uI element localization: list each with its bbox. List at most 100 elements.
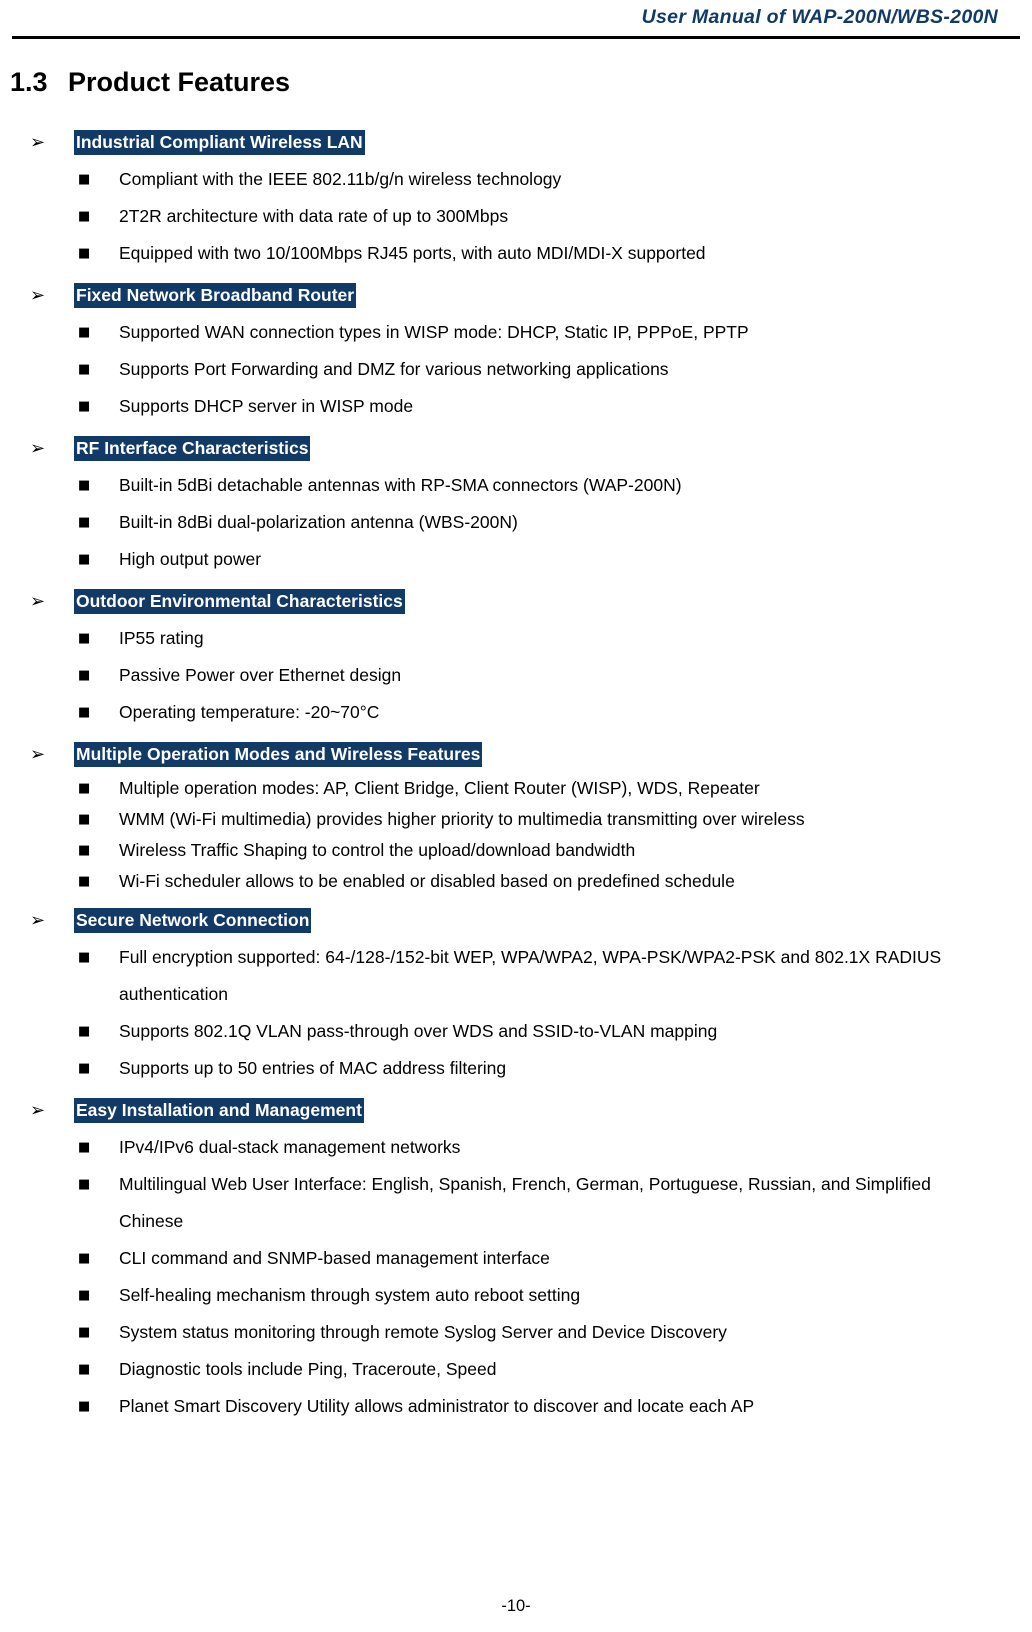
feature-group-title: Industrial Compliant Wireless LAN xyxy=(74,130,365,155)
feature-bullet-item: ■ Operating temperature: -20~70°C xyxy=(0,694,1032,731)
feature-bullet-list: ■ IP55 rating ■ Passive Power over Ethernet… xyxy=(0,620,1032,731)
feature-bullet-item: ■ Full encryption supported: 64-/128-/152… xyxy=(0,939,1032,1013)
square-bullet-icon: ■ xyxy=(78,1024,91,1039)
feature-bullet-text: IPv4/IPv6 dual-stack management networks xyxy=(119,1137,461,1157)
square-bullet-icon: ■ xyxy=(78,705,91,720)
running-header-title: User Manual of WAP-200N/WBS-200N xyxy=(641,6,998,28)
feature-bullet-item: ■ Built-in 5dBi detachable antennas with … xyxy=(0,467,1032,504)
square-bullet-icon: ■ xyxy=(78,325,91,340)
feature-group-title: Fixed Network Broadband Router xyxy=(74,283,357,308)
feature-group: ➢ Outdoor Environmental Characteristics ■ I… xyxy=(0,589,1032,731)
feature-bullet-text: Full encryption supported: 64-/128-/152-… xyxy=(119,947,942,1004)
feature-bullet-text: Self-healing mechanism through system au… xyxy=(119,1285,581,1305)
feature-bullet-item: ■ Supports 802.1Q VLAN pass-through over … xyxy=(0,1013,1032,1050)
feature-group-title: Multiple Operation Modes and Wireless Fe… xyxy=(74,742,483,767)
running-header: User Manual of WAP-200N/WBS-200N xyxy=(0,0,1032,30)
feature-group-header: ➢ Easy Installation and Management xyxy=(0,1098,1032,1124)
square-bullet-icon: ■ xyxy=(78,362,91,377)
feature-group-header: ➢ Industrial Compliant Wireless LAN xyxy=(0,130,1032,156)
square-bullet-icon: ■ xyxy=(78,631,91,646)
feature-bullet-item: ■ System status monitoring through remote… xyxy=(0,1314,1032,1351)
square-bullet-icon: ■ xyxy=(78,172,91,187)
feature-group: ➢ Industrial Compliant Wireless LAN ■ Compl… xyxy=(0,130,1032,272)
feature-group: ➢ Easy Installation and Management ■ IPv4/I… xyxy=(0,1098,1032,1425)
square-bullet-icon: ■ xyxy=(78,1177,91,1192)
square-bullet-icon: ■ xyxy=(78,950,91,965)
feature-bullet-item: ■ WMM (Wi-Fi multimedia) provides higher … xyxy=(0,804,1032,835)
feature-group-header: ➢ Fixed Network Broadband Router xyxy=(0,283,1032,309)
feature-bullet-item: ■ CLI command and SNMP-based management i… xyxy=(0,1240,1032,1277)
feature-bullet-item: ■ Planet Smart Discovery Utility allows a… xyxy=(0,1388,1032,1425)
square-bullet-icon: ■ xyxy=(78,1325,91,1340)
feature-bullet-text: Wireless Traffic Shaping to control the … xyxy=(119,840,636,860)
feature-bullet-text: 2T2R architecture with data rate of up t… xyxy=(119,206,509,226)
square-bullet-icon: ■ xyxy=(78,1061,91,1076)
feature-bullet-item: ■ Multilingual Web User Interface: Englis… xyxy=(0,1166,1032,1240)
page-title: 1.3 Product Features xyxy=(10,66,290,98)
feature-bullet-item: ■ Equipped with two 10/100Mbps RJ45 ports… xyxy=(0,235,1032,272)
section-number: 1.3 xyxy=(10,67,48,97)
feature-bullet-item: ■ Diagnostic tools include Ping, Tracerou… xyxy=(0,1351,1032,1388)
arrow-bullet-icon: ➢ xyxy=(30,744,46,765)
feature-bullet-text: Passive Power over Ethernet design xyxy=(119,665,402,685)
feature-bullet-item: ■ IPv4/IPv6 dual-stack management network… xyxy=(0,1129,1032,1166)
feature-group: ➢ Secure Network Connection ■ Full encrypti… xyxy=(0,908,1032,1087)
square-bullet-icon: ■ xyxy=(78,843,91,858)
feature-bullet-item: ■ Built-in 8dBi dual-polarization antenna… xyxy=(0,504,1032,541)
feature-bullet-list: ■ Multiple operation modes: AP, Client Br… xyxy=(0,773,1032,897)
feature-group: ➢ Fixed Network Broadband Router ■ Supporte… xyxy=(0,283,1032,425)
arrow-bullet-icon: ➢ xyxy=(30,591,46,612)
feature-group-header: ➢ Secure Network Connection xyxy=(0,908,1032,934)
square-bullet-icon: ■ xyxy=(78,812,91,827)
feature-bullet-text: Supports DHCP server in WISP mode xyxy=(119,396,414,416)
feature-bullet-item: ■ IP55 rating xyxy=(0,620,1032,657)
feature-bullet-text: Equipped with two 10/100Mbps RJ45 ports,… xyxy=(119,243,706,263)
feature-bullet-item: ■ Passive Power over Ethernet design xyxy=(0,657,1032,694)
square-bullet-icon: ■ xyxy=(78,478,91,493)
square-bullet-icon: ■ xyxy=(78,874,91,889)
square-bullet-icon: ■ xyxy=(78,1140,91,1155)
arrow-bullet-icon: ➢ xyxy=(30,438,46,459)
feature-bullet-text: Diagnostic tools include Ping, Tracerout… xyxy=(119,1359,497,1379)
square-bullet-icon: ■ xyxy=(78,515,91,530)
feature-bullet-text: Operating temperature: -20~70°C xyxy=(119,702,380,722)
square-bullet-icon: ■ xyxy=(78,781,91,796)
feature-bullet-text: IP55 rating xyxy=(119,628,204,648)
square-bullet-icon: ■ xyxy=(78,1399,91,1414)
document-page: User Manual of WAP-200N/WBS-200N 1.3 Prod… xyxy=(0,0,1032,1632)
feature-bullet-text: Supports 802.1Q VLAN pass-through over W… xyxy=(119,1021,718,1041)
feature-bullet-item: ■ Supported WAN connection types in WISP … xyxy=(0,314,1032,351)
feature-group-header: ➢ Multiple Operation Modes and Wireless F… xyxy=(0,742,1032,768)
feature-bullet-text: Built-in 8dBi dual-polarization antenna … xyxy=(119,512,518,532)
feature-bullet-text: Planet Smart Discovery Utility allows ad… xyxy=(119,1396,755,1416)
feature-group-title: Secure Network Connection xyxy=(74,908,312,933)
square-bullet-icon: ■ xyxy=(78,209,91,224)
feature-bullet-item: ■ Supports Port Forwarding and DMZ for va… xyxy=(0,351,1032,388)
feature-bullet-item: ■ Compliant with the IEEE 802.11b/g/n wir… xyxy=(0,161,1032,198)
feature-group: ➢ Multiple Operation Modes and Wireless F… xyxy=(0,742,1032,897)
feature-bullet-list: ■ Compliant with the IEEE 802.11b/g/n wir… xyxy=(0,161,1032,272)
section-heading-text: Product Features xyxy=(68,67,291,97)
feature-bullet-text: System status monitoring through remote … xyxy=(119,1322,727,1342)
feature-bullet-text: WMM (Wi-Fi multimedia) provides higher p… xyxy=(119,809,805,829)
square-bullet-icon: ■ xyxy=(78,1288,91,1303)
feature-group-title: Easy Installation and Management xyxy=(74,1098,364,1123)
arrow-bullet-icon: ➢ xyxy=(30,132,46,153)
page-number-footer: -10- xyxy=(501,1597,531,1615)
feature-bullet-text: Supports Port Forwarding and DMZ for var… xyxy=(119,359,669,379)
feature-bullet-text: Wi-Fi scheduler allows to be enabled or … xyxy=(119,871,735,891)
arrow-bullet-icon: ➢ xyxy=(30,910,46,931)
feature-bullet-list: ■ Built-in 5dBi detachable antennas with … xyxy=(0,467,1032,578)
feature-list: ➢ Industrial Compliant Wireless LAN ■ Compl… xyxy=(0,130,1032,1436)
feature-bullet-list: ■ Full encryption supported: 64-/128-/152… xyxy=(0,939,1032,1087)
feature-bullet-list: ■ Supported WAN connection types in WISP … xyxy=(0,314,1032,425)
feature-bullet-text: Compliant with the IEEE 802.11b/g/n wire… xyxy=(119,169,562,189)
feature-bullet-text: CLI command and SNMP-based management in… xyxy=(119,1248,550,1268)
feature-group-title: RF Interface Characteristics xyxy=(74,436,311,461)
square-bullet-icon: ■ xyxy=(78,246,91,261)
square-bullet-icon: ■ xyxy=(78,552,91,567)
feature-bullet-list: ■ IPv4/IPv6 dual-stack management network… xyxy=(0,1129,1032,1425)
feature-bullet-item: ■ Multiple operation modes: AP, Client Br… xyxy=(0,773,1032,804)
feature-bullet-item: ■ Self-healing mechanism through system a… xyxy=(0,1277,1032,1314)
feature-bullet-item: ■ Wi-Fi scheduler allows to be enabled or… xyxy=(0,866,1032,897)
